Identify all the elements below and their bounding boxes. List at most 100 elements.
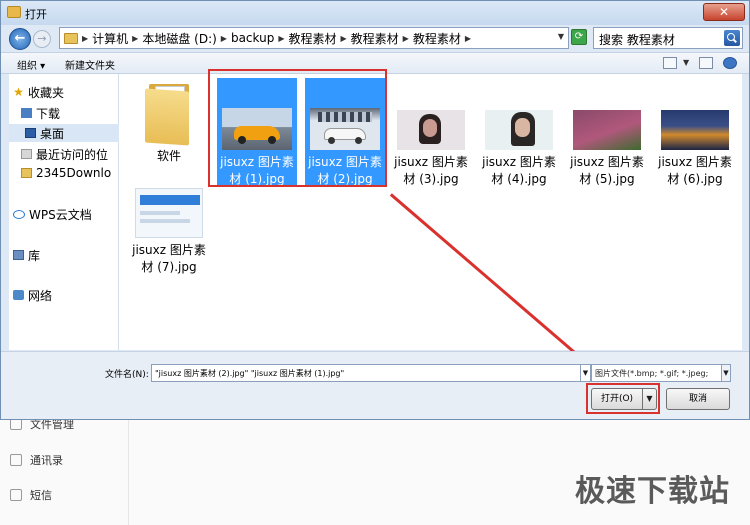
chevron-down-icon[interactable]: ▼ [683, 58, 689, 67]
bg-item-label: 短信 [30, 489, 52, 502]
breadcrumb-folder-1[interactable]: 教程素材 ▶ [288, 30, 346, 47]
sidebar-item-2345downloads[interactable]: 2345Downlo [21, 164, 129, 182]
sidebar-item-label: 库 [28, 248, 41, 263]
close-button[interactable]: ✕ [703, 3, 745, 21]
navigation-pane: ★ 收藏夹 下载 桌面 最近访问的位 2345Downlo WPS云文档 库 网… [9, 74, 119, 350]
folder-front [145, 88, 189, 146]
file-thumbnail [573, 110, 641, 150]
chevron-down-icon[interactable]: ▼ [558, 32, 564, 41]
highlight-box-selection [208, 69, 387, 187]
bg-item-label: 通讯录 [30, 454, 63, 467]
breadcrumb-folder-3[interactable]: 教程素材 ▶ [413, 30, 471, 47]
title-bar[interactable]: 打开 ✕ [1, 1, 749, 25]
open-file-dialog: 打开 ✕ ← → ▶ 计算机 ▶ 本地磁盘 (D:) ▶ backup ▶ 教程素材 ▶… [0, 0, 750, 420]
bottom-panel: 文件名(N): "jisuxz 图片素材 (2).jpg" "jisuxz 图片… [1, 351, 749, 419]
new-folder-button[interactable]: 新建文件夹 [65, 57, 115, 72]
chevron-right-icon[interactable]: ▶ [221, 34, 227, 43]
forward-button[interactable]: → [33, 30, 51, 48]
folder-icon [7, 6, 21, 18]
background-divider [128, 418, 129, 525]
sidebar-item-favorites[interactable]: ★ 收藏夹 [13, 83, 121, 101]
text-line-shape [140, 219, 190, 223]
folder-icon [145, 80, 193, 146]
refresh-button[interactable]: ⟳ [571, 29, 587, 45]
file-thumbnail [485, 110, 553, 150]
file-item-jpg-4[interactable]: jisuxz 图片素材 (4).jpg [479, 82, 559, 188]
cloud-icon [13, 209, 25, 219]
network-icon [13, 290, 24, 300]
screenshot-root: 文件管理 通讯录 短信 极速下载站 打开 ✕ ← → ▶ 计算机 ▶ 本地磁盘 (… [0, 0, 750, 525]
sidebar-item-label: 收藏夹 [28, 85, 65, 100]
folder-icon [21, 168, 32, 178]
breadcrumb-backup[interactable]: backup ▶ [231, 31, 285, 45]
contacts-icon [10, 454, 22, 466]
organize-menu[interactable]: 组织 ▾ [17, 57, 45, 72]
filename-input[interactable]: "jisuxz 图片素材 (2).jpg" "jisuxz 图片素材 (1).j… [151, 364, 581, 382]
breadcrumb-folder-2[interactable]: 教程素材 ▶ [351, 30, 409, 47]
file-name: jisuxz 图片素材 (4).jpg [482, 155, 556, 186]
breadcrumb-computer[interactable]: 计算机 ▶ [92, 30, 138, 47]
sidebar-item-label: 最近访问的位 [36, 147, 109, 162]
download-icon [21, 108, 32, 118]
cancel-button[interactable]: 取消 [666, 388, 730, 410]
recent-icon [21, 149, 32, 159]
view-icon[interactable] [663, 57, 677, 69]
dialog-title: 打开 [25, 8, 47, 21]
file-item-jpg-5[interactable]: jisuxz 图片素材 (5).jpg [567, 82, 647, 188]
file-item-folder[interactable]: 软件 [129, 80, 209, 165]
search-icon[interactable] [724, 30, 740, 46]
folder-icon [64, 32, 78, 44]
sidebar-item-wps-cloud[interactable]: WPS云文档 [13, 205, 121, 223]
chevron-right-icon[interactable]: ▶ [341, 34, 347, 43]
sidebar-item-recent[interactable]: 最近访问的位 [21, 145, 129, 163]
breadcrumb-label: 教程素材 [288, 31, 337, 46]
chevron-right-icon[interactable]: ▶ [82, 34, 88, 43]
header-shape [140, 195, 200, 205]
filename-label: 文件名(N): [105, 370, 149, 380]
breadcrumb-label: 教程素材 [412, 31, 461, 46]
search-input[interactable]: 搜索 教程素材 [593, 27, 743, 49]
star-icon: ★ [13, 85, 24, 99]
file-grid: 软件 jisuxz 图片素材 (1).jpg jisuxz 图片素材 (2).j… [119, 69, 742, 350]
sidebar-item-label: 网络 [28, 288, 53, 303]
back-button[interactable]: ← [9, 28, 31, 50]
chevron-right-icon[interactable]: ▶ [465, 34, 471, 43]
bg-item-sms[interactable]: 短信 [10, 485, 52, 505]
preview-pane-icon[interactable] [699, 57, 713, 69]
chevron-down-icon[interactable]: ▼ [721, 365, 730, 381]
highlight-box-open [586, 383, 660, 414]
help-icon[interactable] [723, 57, 737, 69]
address-bar[interactable]: ▶ 计算机 ▶ 本地磁盘 (D:) ▶ backup ▶ 教程素材 ▶ 教程素材 ▶ 教程… [59, 27, 569, 49]
chevron-right-icon[interactable]: ▶ [132, 34, 138, 43]
breadcrumb-label: 计算机 [92, 31, 129, 46]
file-thumbnail [397, 110, 465, 150]
file-name: jisuxz 图片素材 (5).jpg [570, 155, 644, 186]
face-shape [423, 119, 437, 137]
chevron-right-icon[interactable]: ▶ [278, 34, 284, 43]
message-icon [10, 489, 22, 501]
text-line-shape [140, 211, 180, 215]
sidebar-item-downloads[interactable]: 下载 [21, 104, 129, 122]
file-name: jisuxz 图片素材 (3).jpg [394, 155, 468, 186]
file-name: jisuxz 图片素材 (6).jpg [658, 155, 732, 186]
file-item-jpg-7[interactable]: jisuxz 图片素材 (7).jpg [129, 188, 209, 276]
organize-label: 组织 [17, 61, 37, 72]
file-item-jpg-3[interactable]: jisuxz 图片素材 (3).jpg [391, 82, 471, 188]
filetype-select[interactable]: 图片文件(*.bmp; *.gif; *.jpeg; [591, 364, 731, 382]
file-name: 软件 [156, 149, 181, 163]
bg-item-contacts[interactable]: 通讯录 [10, 450, 63, 470]
library-icon [13, 250, 24, 260]
sidebar-item-desktop[interactable]: 桌面 [9, 124, 119, 142]
chevron-right-icon[interactable]: ▶ [403, 34, 409, 43]
file-thumbnail [135, 188, 203, 238]
face-shape [515, 118, 530, 137]
search-placeholder: 搜索 教程素材 [599, 33, 675, 47]
sidebar-item-library[interactable]: 库 [13, 246, 121, 264]
sidebar-item-network[interactable]: 网络 [13, 286, 121, 304]
breadcrumb-drive[interactable]: 本地磁盘 (D:) ▶ [142, 30, 227, 47]
address-row: ← → ▶ 计算机 ▶ 本地磁盘 (D:) ▶ backup ▶ 教程素材 ▶ 教程素材… [1, 25, 749, 51]
sidebar-item-label: 2345Downlo [36, 166, 112, 180]
file-item-jpg-6[interactable]: jisuxz 图片素材 (6).jpg [655, 82, 735, 188]
chevron-down-icon[interactable]: ▼ [581, 364, 591, 382]
breadcrumb-label: 本地磁盘 (D:) [142, 31, 217, 46]
